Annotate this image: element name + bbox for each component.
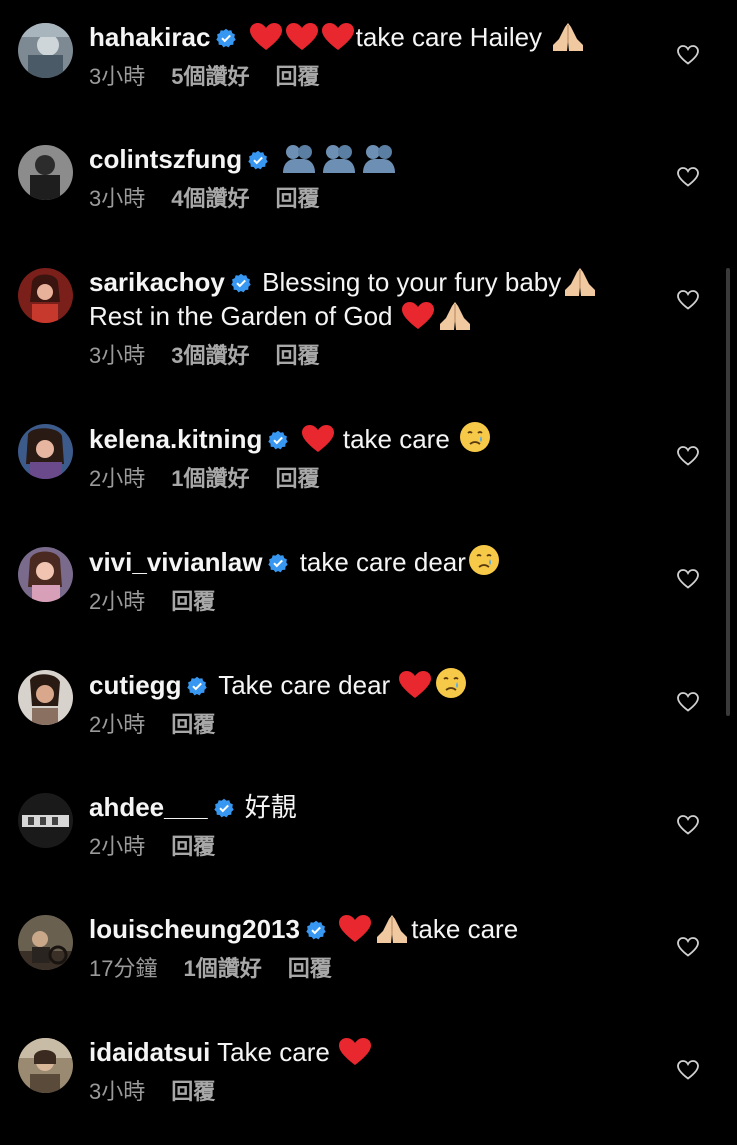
crying-face-icon <box>468 544 500 576</box>
like-heart-icon[interactable] <box>677 937 699 957</box>
comment-item: idaidatsui Take care 3小時 回覆 <box>0 1015 737 1145</box>
people-hugging-icon <box>281 143 317 173</box>
red-heart-icon <box>339 1038 372 1066</box>
reply-button[interactable]: 回覆 <box>171 834 215 859</box>
reply-button[interactable]: 回覆 <box>276 186 320 211</box>
username[interactable]: hahakirac <box>89 22 210 52</box>
verified-badge-icon <box>268 430 289 450</box>
likes-count[interactable]: 3個讚好 <box>171 343 249 368</box>
like-heart-icon[interactable] <box>677 692 699 712</box>
people-hugging-icon <box>321 143 357 173</box>
reply-button[interactable]: 回覆 <box>171 1079 215 1104</box>
username[interactable]: louischeung2013 <box>89 914 300 944</box>
comment-time: 2小時 <box>89 712 146 737</box>
avatar[interactable] <box>18 23 73 78</box>
comment-time: 3小時 <box>89 1079 146 1104</box>
avatar[interactable] <box>18 547 73 602</box>
comment-text: take care <box>411 914 519 944</box>
verified-badge-icon <box>248 150 268 170</box>
like-heart-icon[interactable] <box>677 167 699 187</box>
comment-text: 好靚 <box>244 792 297 822</box>
comment-item: sarikachoy Blessing to your fury baby Re… <box>0 245 737 401</box>
verified-badge-icon <box>231 273 251 293</box>
username[interactable]: ahdee___ <box>89 792 208 822</box>
comment-time: 3小時 <box>89 343 146 368</box>
crying-face-icon <box>459 421 491 453</box>
comments-list: hahakirac take care Hailey 3小時 5個讚好 回覆 col… <box>0 0 737 1145</box>
comment-item: kelena.kitning take care 2小時 1個讚好 回覆 <box>0 401 737 524</box>
folded-hands-icon <box>375 913 409 943</box>
comment-time: 3小時 <box>89 186 146 211</box>
username[interactable]: cutiegg <box>89 670 181 700</box>
scrollbar[interactable] <box>726 268 730 716</box>
comment-item: louischeung2013 take care 17分鐘 1個讚好 回覆 <box>0 892 737 1015</box>
reply-button[interactable]: 回覆 <box>171 712 215 737</box>
likes-count[interactable]: 1個讚好 <box>171 466 249 491</box>
verified-badge-icon <box>213 798 234 818</box>
comment-time: 2小時 <box>89 589 146 614</box>
comment-time: 2小時 <box>89 834 146 859</box>
avatar[interactable] <box>18 424 73 479</box>
username[interactable]: kelena.kitning <box>89 424 262 454</box>
people-hugging-icon <box>361 143 397 173</box>
folded-hands-icon <box>438 300 472 330</box>
comment-time: 17分鐘 <box>89 956 158 981</box>
red-heart-icon <box>321 23 354 51</box>
comment-text: Take care dear <box>218 670 398 700</box>
likes-count[interactable]: 5個讚好 <box>171 64 249 89</box>
like-heart-icon[interactable] <box>677 1060 699 1080</box>
folded-hands-icon <box>551 21 585 51</box>
red-heart-icon <box>399 671 432 699</box>
comment-time: 2小時 <box>89 466 146 491</box>
folded-hands-icon <box>563 266 597 296</box>
likes-count[interactable]: 1個讚好 <box>183 956 261 981</box>
reply-button[interactable]: 回覆 <box>276 466 320 491</box>
username[interactable]: colintszfung <box>89 144 242 174</box>
red-heart-icon <box>285 23 318 51</box>
avatar[interactable] <box>18 268 73 323</box>
comment-text: take care <box>335 424 458 454</box>
avatar[interactable] <box>18 670 73 725</box>
red-heart-icon <box>301 425 334 453</box>
avatar[interactable] <box>18 793 73 848</box>
comment-text-line2: Rest in the Garden of God <box>89 301 400 331</box>
like-heart-icon[interactable] <box>677 290 699 310</box>
reply-button[interactable]: 回覆 <box>288 956 332 981</box>
like-heart-icon[interactable] <box>677 446 699 466</box>
comment-item: hahakirac take care Hailey 3小時 5個讚好 回覆 <box>0 0 737 122</box>
verified-badge-icon <box>268 553 289 573</box>
comment-text: take care dear <box>299 547 466 577</box>
comment-item: ahdee___ 好靚 2小時 回覆 <box>0 770 737 892</box>
red-heart-icon <box>401 302 434 330</box>
comment-item: vivi_vivianlaw take care dear 2小時 回覆 <box>0 524 737 647</box>
reply-button[interactable]: 回覆 <box>276 64 320 89</box>
comment-text: Take care <box>217 1037 338 1067</box>
verified-badge-icon <box>306 920 326 940</box>
comment-item: cutiegg Take care dear 2小時 回覆 <box>0 647 737 770</box>
reply-button[interactable]: 回覆 <box>171 589 215 614</box>
verified-badge-icon <box>216 28 237 48</box>
comment-text: take care Hailey <box>355 22 550 52</box>
username[interactable]: vivi_vivianlaw <box>89 547 262 577</box>
username[interactable]: idaidatsui <box>89 1037 210 1067</box>
red-heart-icon <box>249 23 282 51</box>
likes-count[interactable]: 4個讚好 <box>171 186 249 211</box>
crying-face-icon <box>435 667 467 699</box>
reply-button[interactable]: 回覆 <box>276 343 320 368</box>
username[interactable]: sarikachoy <box>89 267 225 297</box>
verified-badge-icon <box>187 676 208 696</box>
like-heart-icon[interactable] <box>677 569 699 589</box>
comment-time: 3小時 <box>89 64 146 89</box>
comment-item: colintszfung 3小時 4個讚好 回覆 <box>0 122 737 245</box>
avatar[interactable] <box>18 915 73 970</box>
comment-text: Blessing to your fury baby <box>262 267 562 297</box>
avatar[interactable] <box>18 1038 73 1093</box>
like-heart-icon[interactable] <box>677 815 699 835</box>
avatar[interactable] <box>18 145 73 200</box>
like-heart-icon[interactable] <box>677 45 699 65</box>
red-heart-icon <box>339 915 372 943</box>
